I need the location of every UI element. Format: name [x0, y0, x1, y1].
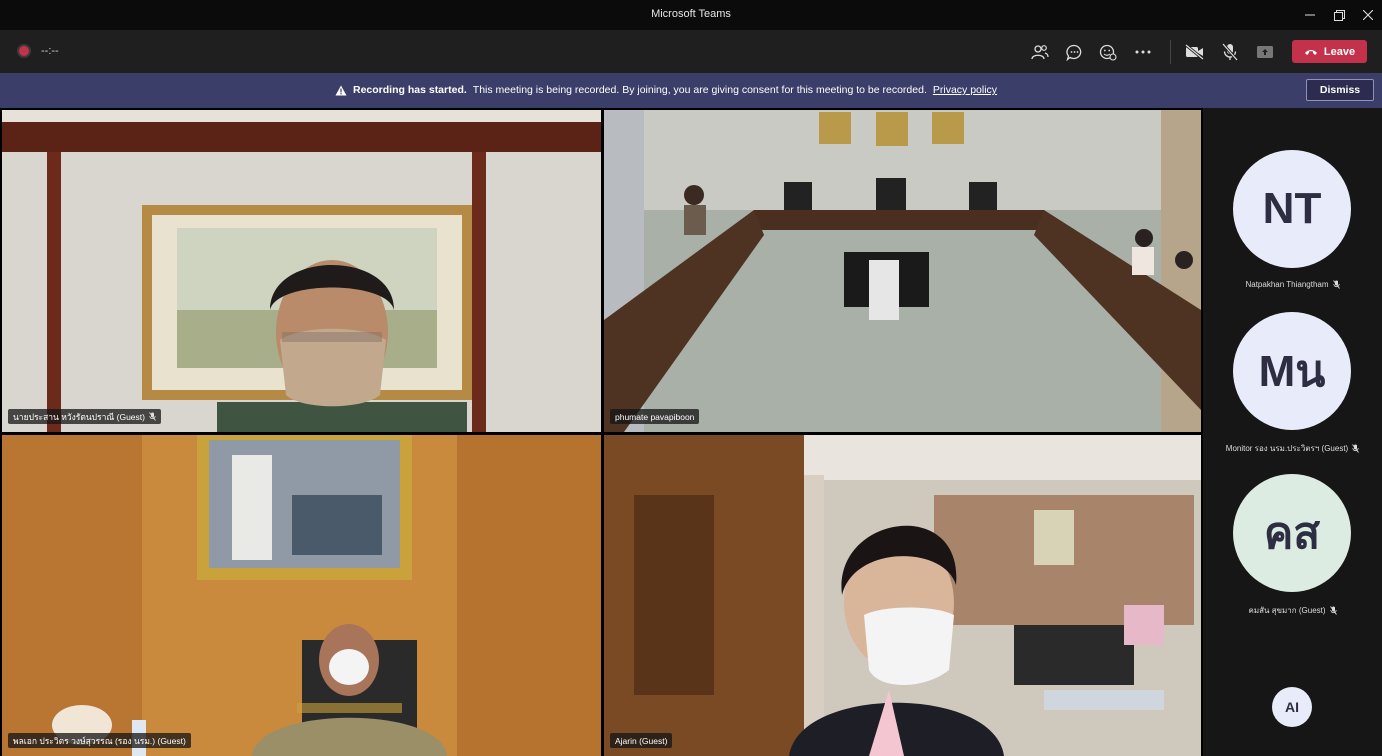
hang-up-icon [1304, 49, 1317, 55]
toolbar-divider [1170, 40, 1171, 64]
participant-video [2, 435, 601, 756]
participant-name-label: Monitor รอง นรม.ประวิตรฯ (Guest) [1203, 442, 1382, 455]
participant-video [604, 110, 1201, 432]
mic-off-icon[interactable] [1219, 41, 1241, 63]
participant-video [2, 110, 601, 432]
mic-off-icon [1329, 606, 1337, 615]
share-icon[interactable] [1254, 41, 1276, 63]
window-title: Microsoft Teams [651, 8, 731, 20]
mic-off-icon [149, 412, 156, 421]
participant-video [604, 435, 1201, 756]
participant-name-label: Natpakhan Thiangtham [1203, 280, 1382, 289]
video-tile[interactable]: Ajarin (Guest) [604, 435, 1201, 756]
participant-name-tag: phumate pavapiboon [610, 409, 700, 424]
overflow-participant-avatar[interactable]: AI [1272, 687, 1312, 727]
mic-off-icon [1352, 444, 1360, 453]
participants-sidebar: NT Natpakhan Thiangtham Mน Monitor รอง น… [1203, 108, 1382, 756]
more-icon[interactable] [1132, 41, 1154, 63]
participant-avatar[interactable]: NT [1233, 150, 1351, 268]
people-icon[interactable] [1029, 41, 1051, 63]
reactions-icon[interactable] [1097, 41, 1119, 63]
dismiss-button[interactable]: Dismiss [1306, 79, 1374, 101]
participant-avatar[interactable]: คส [1233, 474, 1351, 592]
close-icon[interactable] [1357, 4, 1379, 26]
camera-off-icon[interactable] [1184, 41, 1206, 63]
warning-icon [335, 85, 347, 95]
meeting-timer: --:-- [41, 45, 59, 57]
participant-avatar[interactable]: Mน [1233, 312, 1351, 430]
participant-name-label: คมสัน สุขมาก (Guest) [1203, 604, 1382, 617]
participant-name: Monitor รอง นรม.ประวิตรฯ (Guest) [1225, 444, 1349, 453]
banner-heading: Recording has started. [353, 84, 467, 96]
minimize-icon[interactable] [1299, 4, 1321, 26]
banner-text: This meeting is being recorded. By joini… [472, 84, 927, 96]
participant-name: Ajarin (Guest) [615, 735, 668, 746]
mic-off-icon [1332, 280, 1340, 289]
participant-name: นายประสาน หวังรัตนปราณี (Guest) [13, 411, 145, 422]
leave-button[interactable]: Leave [1292, 40, 1367, 63]
privacy-policy-link[interactable]: Privacy policy [933, 84, 997, 96]
video-tile[interactable]: phumate pavapiboon [604, 110, 1201, 432]
participant-name: พลเอก ประวิตร วงษ์สุวรรณ (รอง นรม.) (Gue… [13, 735, 186, 746]
participant-name-tag: Ajarin (Guest) [610, 733, 673, 748]
title-bar: Microsoft Teams [0, 0, 1382, 30]
banner-message: Recording has started. This meeting is b… [335, 84, 997, 96]
participant-name: phumate pavapiboon [615, 411, 695, 422]
video-tile[interactable]: นายประสาน หวังรัตนปราณี (Guest) [2, 110, 601, 432]
chat-icon[interactable] [1063, 41, 1085, 63]
participant-name-tag: นายประสาน หวังรัตนปราณี (Guest) [8, 409, 161, 424]
recording-banner: Recording has started. This meeting is b… [0, 73, 1382, 108]
participant-name: คมสัน สุขมาก (Guest) [1248, 606, 1326, 615]
leave-label: Leave [1323, 45, 1356, 58]
participant-name: Natpakhan Thiangtham [1245, 280, 1329, 289]
video-tile[interactable]: พลเอก ประวิตร วงษ์สุวรรณ (รอง นรม.) (Gue… [2, 435, 601, 756]
restore-icon[interactable] [1328, 4, 1350, 26]
recording-indicator-icon [19, 46, 29, 56]
meeting-toolbar: --:-- Leave [0, 30, 1382, 73]
participant-name-tag: พลเอก ประวิตร วงษ์สุวรรณ (รอง นรม.) (Gue… [8, 733, 191, 748]
